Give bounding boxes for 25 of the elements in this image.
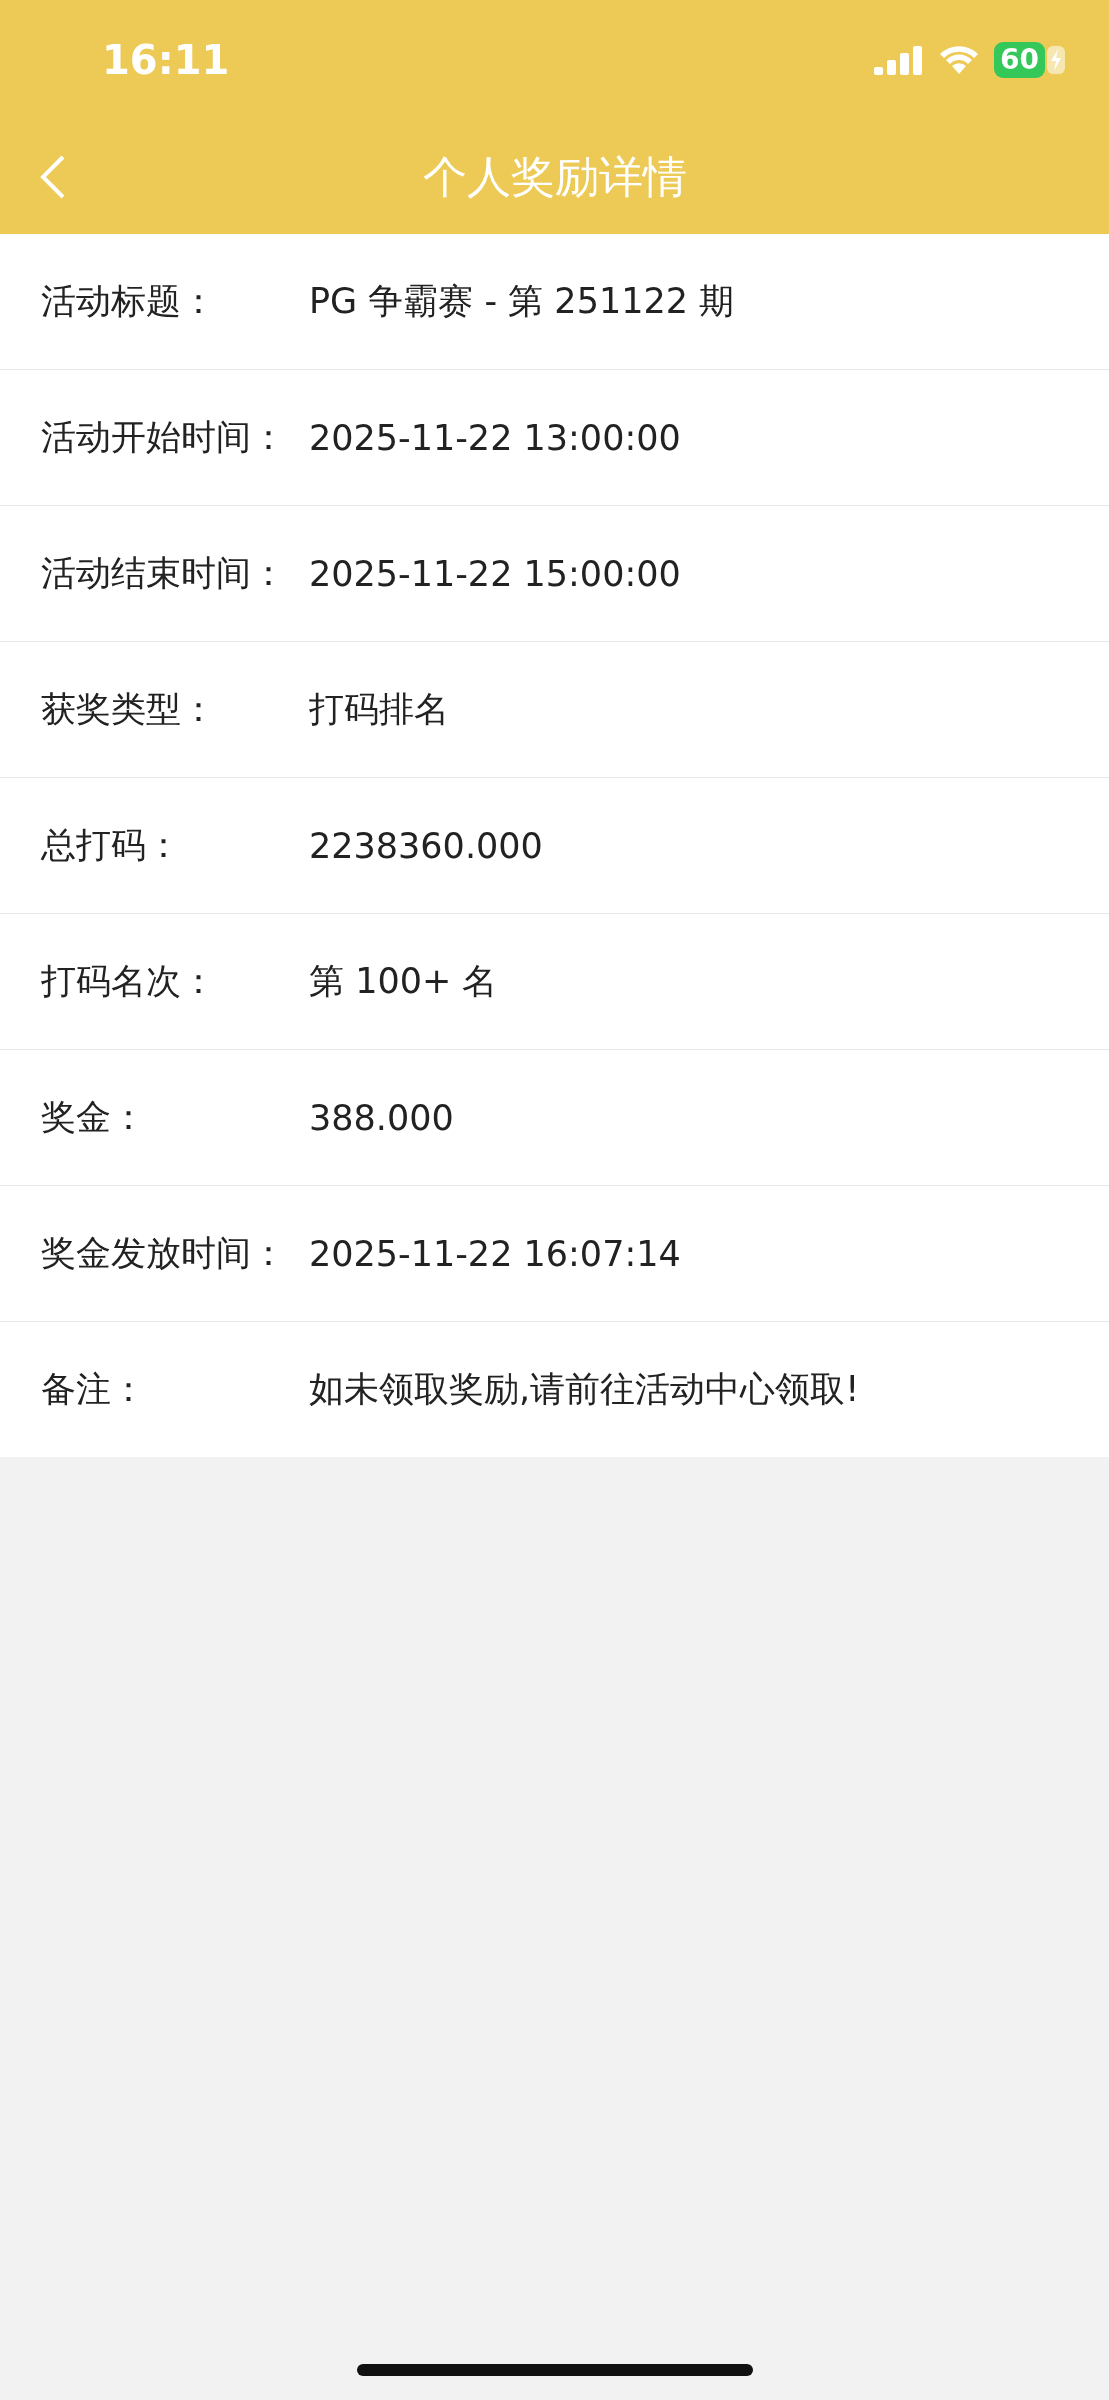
field-label: 总打码： bbox=[41, 824, 182, 867]
charging-bolt-icon bbox=[1047, 44, 1065, 76]
field-value: 388.000 bbox=[309, 1097, 454, 1138]
field-value: PG 争霸赛 - 第 251122 期 bbox=[309, 280, 735, 323]
field-label: 获奖类型： bbox=[41, 688, 217, 731]
field-value: 2025-11-22 15:00:00 bbox=[309, 553, 681, 594]
field-label: 活动开始时间： bbox=[41, 416, 287, 459]
status-time: 16:11 bbox=[102, 37, 230, 83]
page-title: 个人奖励详情 bbox=[422, 149, 687, 204]
field-label: 活动结束时间： bbox=[41, 552, 287, 595]
field-value: 第 100+ 名 bbox=[309, 960, 498, 1003]
chevron-left-icon bbox=[40, 155, 66, 199]
field-label: 打码名次： bbox=[41, 960, 217, 1003]
field-value: 2238360.000 bbox=[309, 825, 543, 866]
field-label: 奖金： bbox=[41, 1096, 147, 1139]
battery-level: 60 bbox=[994, 42, 1045, 78]
field-label: 活动标题： bbox=[41, 280, 217, 323]
field-value: 打码排名 bbox=[309, 688, 449, 731]
field-label: 奖金发放时间： bbox=[41, 1232, 287, 1275]
wifi-icon bbox=[938, 44, 981, 76]
field-value: 2025-11-22 13:00:00 bbox=[309, 417, 681, 458]
field-value: 2025-11-22 16:07:14 bbox=[309, 1233, 681, 1274]
signal-icon bbox=[874, 45, 925, 75]
field-value: 如未领取奖励,请前往活动中心领取! bbox=[309, 1368, 860, 1411]
field-label: 备注： bbox=[41, 1368, 147, 1411]
